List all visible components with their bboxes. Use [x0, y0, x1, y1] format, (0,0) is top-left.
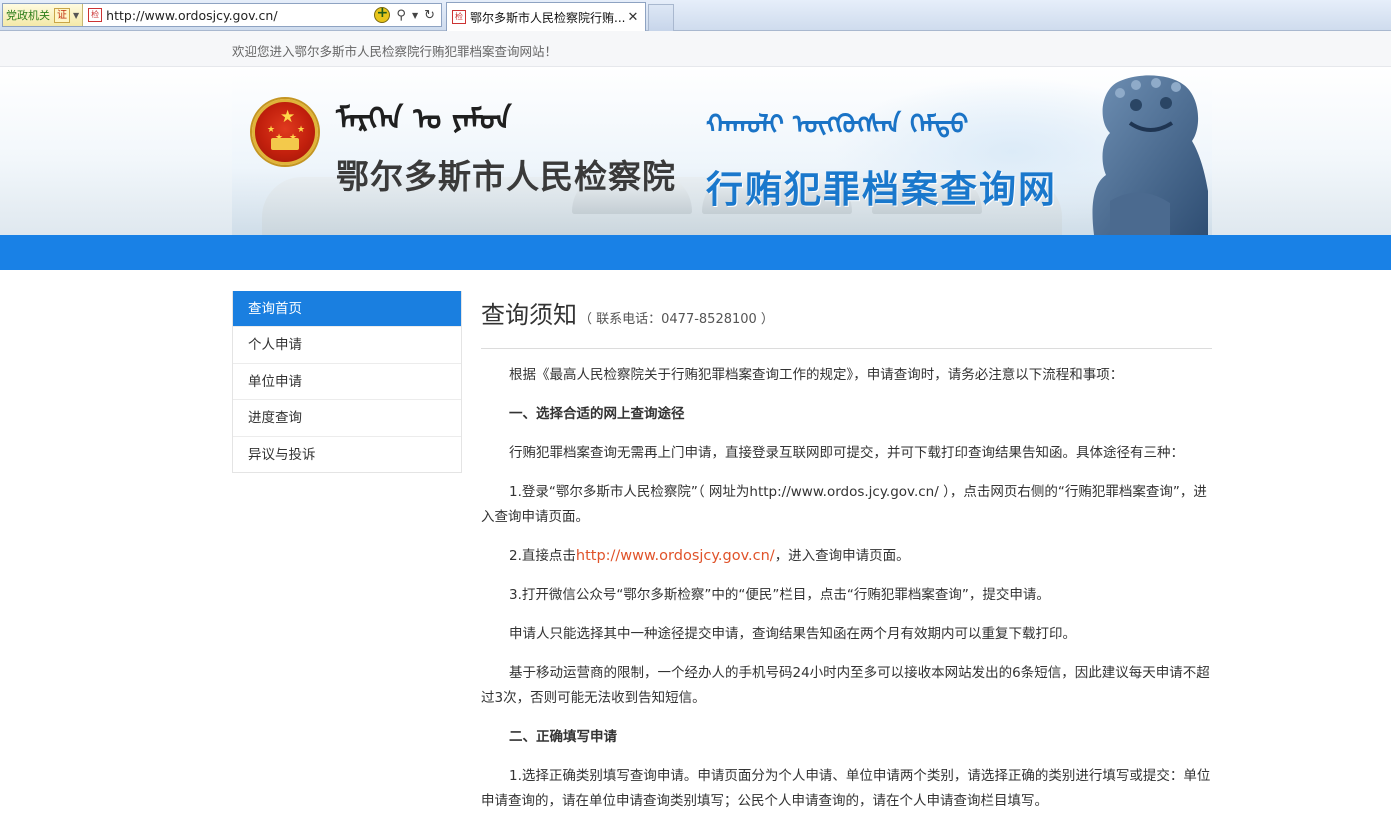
- intro-paragraph: 根据《最高人民检察院关于行贿犯罪档案查询工作的规定》，申请查询时，请务必注意以下…: [509, 367, 1124, 383]
- paragraph-3-prefix: 2.直接点击: [509, 548, 576, 564]
- gov-tag-label: 党政机关: [6, 9, 50, 22]
- query-site-link[interactable]: http://www.ordosjcy.gov.cn/: [576, 548, 775, 564]
- page-heading: 查询须知（ 联系电话：0477-8528100 ）: [481, 291, 1212, 349]
- browser-tab-active[interactable]: 检 鄂尔多斯市人民检察院行贿... ✕: [446, 2, 646, 31]
- address-bar[interactable]: 党政机关 证 ▼ 检 http://www.ordosjcy.gov.cn/ ⚲…: [2, 3, 442, 27]
- nav-band: [0, 235, 1391, 270]
- section-1-title: 一、选择合适的网上查询途径: [509, 406, 685, 422]
- chevron-down-icon[interactable]: ▼: [73, 11, 79, 20]
- main-content: 查询须知（ 联系电话：0477-8528100 ） 根据《最高人民检察院关于行贿…: [481, 291, 1212, 814]
- sidebar-menu: 查询首页 个人申请 单位申请 进度查询 异议与投诉: [232, 291, 462, 473]
- sidebar-item-personal-application[interactable]: 个人申请: [233, 326, 461, 363]
- paragraph-7: 1.选择正确类别填写查询申请。申请页面分为个人申请、单位申请两个类别，请选择正确…: [481, 768, 1211, 809]
- section-2-title: 二、正确填写申请: [509, 729, 617, 745]
- page-title: 查询须知: [481, 301, 577, 329]
- certificate-icon: 证: [54, 7, 70, 23]
- url-text[interactable]: http://www.ordosjcy.gov.cn/: [106, 8, 374, 23]
- paragraph-3-suffix: ，进入查询申请页面。: [774, 548, 910, 564]
- paragraph-4: 3.打开微信公众号“鄂尔多斯检察”中的“便民”栏目，点击“行贿犯罪档案查询”，提…: [509, 587, 1050, 603]
- site-banner: ★ ★ ★ ★ ★ ᠮᠡᠷᠭᠡᠨ ᠤ ᠶᠠᠮᠤᠨ ᠬᠠᠬᠤᠯᠢ ᠥᠭᠭᠦᠭᠰᠡᠨ…: [0, 67, 1391, 235]
- welcome-text: 欢迎您进入鄂尔多斯市人民检察院行贿犯罪档案查询网站！: [232, 44, 558, 59]
- gov-certification-tag[interactable]: 党政机关 证 ▼: [3, 4, 84, 26]
- paragraph-2: 1.登录“鄂尔多斯市人民检察院”（ 网址为http://www.ordos.jc…: [481, 484, 1207, 525]
- compatibility-view-icon[interactable]: [374, 5, 391, 23]
- sidebar-item-organization-application[interactable]: 单位申请: [233, 362, 461, 399]
- paragraph-1: 行贿犯罪档案查询无需再上门申请，直接登录互联网即可提交，并可下载打印查询结果告知…: [509, 445, 1184, 461]
- procuratorate-emblem-icon: ★ ★ ★ ★ ★: [252, 99, 318, 165]
- paragraph-5: 申请人只能选择其中一种途径提交申请，查询结果告知函在两个月有效期内可以重复下载打…: [509, 626, 1076, 642]
- mongolian-org-name: ᠮᠡᠷᠭᠡᠨ ᠤ ᠶᠠᠮᠤᠨ: [336, 102, 512, 137]
- tab-favicon-icon: 检: [452, 10, 466, 24]
- search-icon[interactable]: ⚲: [396, 8, 406, 23]
- site-name: 行贿犯罪档案查询网: [706, 168, 1057, 211]
- sidebar-item-objection-complaint[interactable]: 异议与投诉: [233, 435, 461, 472]
- sidebar-item-query-home[interactable]: 查询首页: [233, 291, 461, 326]
- tab-title: 鄂尔多斯市人民检察院行贿...: [470, 10, 625, 25]
- org-name: 鄂尔多斯市人民检察院: [336, 157, 676, 196]
- paragraph-3: 2.直接点击http://www.ordosjcy.gov.cn/，进入查询申请…: [481, 544, 1212, 569]
- banner-artwork: ★ ★ ★ ★ ★ ᠮᠡᠷᠭᠡᠨ ᠤ ᠶᠠᠮᠤᠨ ᠬᠠᠬᠤᠯᠢ ᠥᠭᠭᠦᠭᠰᠡᠨ…: [232, 67, 1212, 235]
- contact-phone: （ 联系电话：0477-8528100 ）: [579, 312, 774, 327]
- welcome-bar: 欢迎您进入鄂尔多斯市人民检察院行贿犯罪档案查询网站！: [0, 31, 1391, 67]
- stone-lion-icon: [1092, 75, 1208, 235]
- refresh-icon[interactable]: ↻: [424, 8, 435, 23]
- paragraph-6: 基于移动运营商的限制，一个经办人的手机号码24小时内至多可以接收本网站发出的6条…: [481, 665, 1210, 706]
- site-favicon-icon: 检: [88, 8, 103, 22]
- mongolian-site-name: ᠬᠠᠬᠤᠯᠢ ᠥᠭᠭᠦᠭᠰᠡᠨ ᠭᠡᠮᠲᠦ: [706, 110, 969, 140]
- sidebar-item-progress-query[interactable]: 进度查询: [233, 399, 461, 436]
- new-tab-button[interactable]: [648, 4, 674, 31]
- chevron-down-icon[interactable]: ▼: [412, 11, 418, 20]
- close-icon[interactable]: ✕: [625, 10, 641, 25]
- browser-toolbar: 党政机关 证 ▼ 检 http://www.ordosjcy.gov.cn/ ⚲…: [0, 0, 1391, 31]
